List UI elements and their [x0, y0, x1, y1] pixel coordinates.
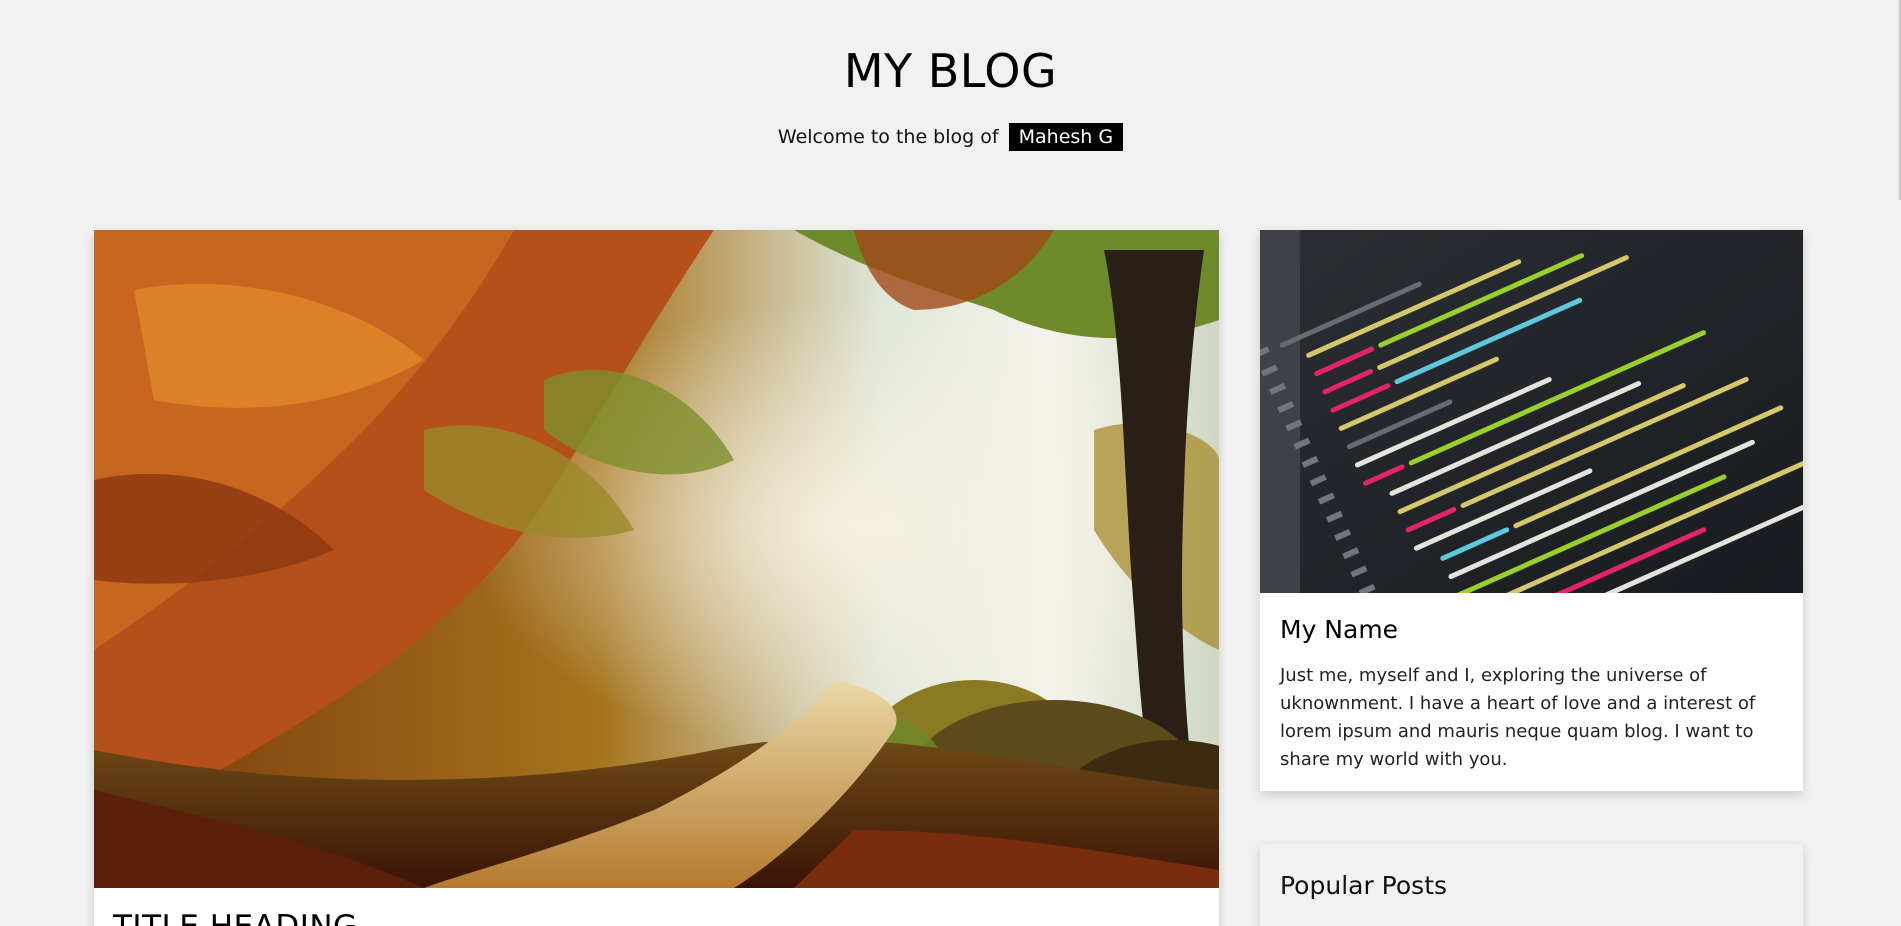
hero-image: [94, 230, 1219, 888]
author-name-badge: Mahesh G: [1008, 123, 1124, 151]
about-text: Just me, myself and I, exploring the uni…: [1280, 665, 1756, 770]
about-image: [1260, 230, 1803, 593]
about-card: My Name Just me, myself and I, exploring…: [1260, 230, 1803, 791]
popular-posts-card: Popular Posts: [1260, 844, 1803, 926]
tagline: Welcome to the blog of Mahesh G: [0, 122, 1901, 152]
page: MY BLOG Welcome to the blog of Mahesh G: [0, 0, 1901, 926]
site-title: MY BLOG: [843, 44, 1058, 98]
popular-posts-title: Popular Posts: [1280, 871, 1448, 900]
main-post-card: TITLE HEADING: [94, 230, 1219, 926]
tagline-text: Welcome to the blog of: [777, 126, 999, 148]
post-title[interactable]: TITLE HEADING: [113, 902, 358, 926]
about-name: My Name: [1280, 615, 1399, 644]
